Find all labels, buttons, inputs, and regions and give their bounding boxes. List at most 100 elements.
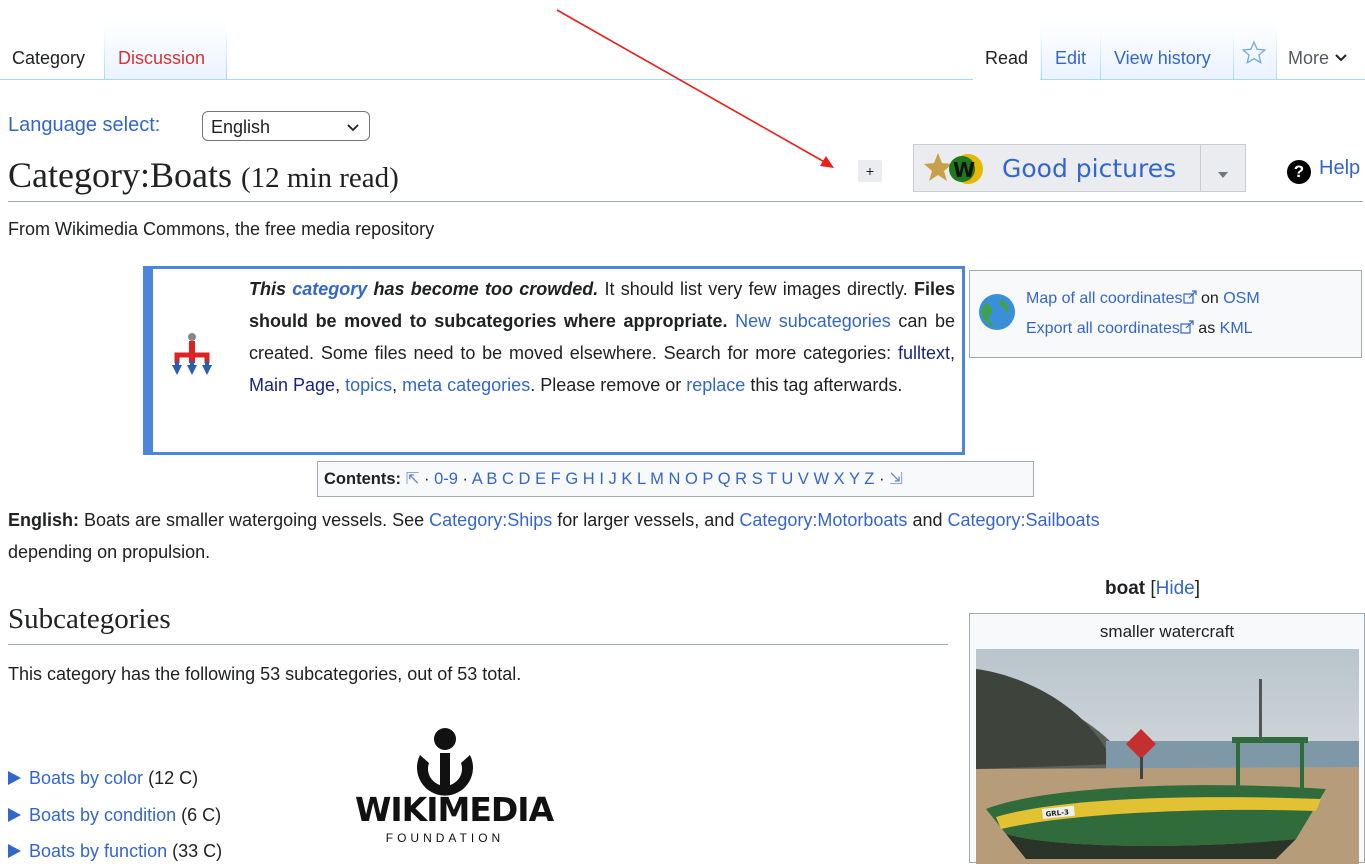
caret-down-icon <box>1218 165 1228 183</box>
toc-link-b[interactable]: B <box>486 470 497 488</box>
subcategory-count: (33 C) <box>172 841 223 861</box>
kml-link[interactable]: KML <box>1220 320 1253 337</box>
toc-link-0-9[interactable]: 0-9 <box>434 470 458 488</box>
tab-edit[interactable]: Edit <box>1043 36 1098 80</box>
category-link[interactable]: category <box>292 279 367 299</box>
toc-link-m[interactable]: M <box>650 470 664 488</box>
toc-separator: · <box>874 470 890 488</box>
subcategories-divider <box>8 644 948 645</box>
toc-link-x[interactable]: X <box>834 470 845 488</box>
notice-text: This <box>249 279 293 299</box>
subcategory-count: (12 C) <box>148 768 199 788</box>
toc-link-s[interactable]: S <box>752 470 763 488</box>
hide-link[interactable]: Hide <box>1156 578 1195 599</box>
toc-link-f[interactable]: F <box>551 470 561 488</box>
subcategories-heading: Subcategories <box>8 603 171 635</box>
expand-triangle-icon[interactable] <box>8 771 21 785</box>
toc-link-a[interactable]: A <box>472 470 482 488</box>
subcategory-link[interactable]: Boats by condition <box>29 805 176 825</box>
tab-discussion[interactable]: Discussion <box>106 36 217 80</box>
toc-link-r[interactable]: R <box>735 470 747 488</box>
bracket: ] <box>1194 578 1201 599</box>
toc-top-link[interactable]: ⇱ <box>406 470 420 488</box>
wikimedia-wordmark: WIKIMEDIA <box>355 790 554 829</box>
wikimedia-logo-icon <box>417 728 473 796</box>
tab-more[interactable]: More <box>1276 36 1360 80</box>
toc-link-w[interactable]: W <box>814 470 830 488</box>
chevron-down-icon <box>1334 48 1348 68</box>
notice-text: . Please remove or <box>530 375 687 395</box>
language-select-value: English <box>211 117 271 137</box>
replace-link[interactable]: replace <box>686 375 745 395</box>
help-label: Help <box>1319 157 1361 179</box>
tab-divider <box>1041 28 1042 80</box>
page-title: Category:Boats (12 min read) <box>8 150 399 203</box>
external-link-icon <box>1182 290 1197 307</box>
annotation-arrow-icon <box>556 9 834 168</box>
toc-link-y[interactable]: Y <box>849 470 860 488</box>
boat-photo[interactable]: GRL-3 <box>976 649 1359 864</box>
toc-bottom-link[interactable]: ⇲ <box>889 470 903 488</box>
crowded-notice: This category has become too crowded. It… <box>143 266 965 455</box>
language-select-label: Language select: <box>8 114 161 136</box>
sailboats-link[interactable]: Category:Sailboats <box>947 510 1099 530</box>
toc-link-h[interactable]: H <box>583 470 595 488</box>
infobox-title: boat <box>1105 578 1146 599</box>
osm-link[interactable]: OSM <box>1223 290 1259 307</box>
notice-text: has become too crowded. <box>367 279 599 299</box>
toc-link-j[interactable]: J <box>609 470 617 488</box>
good-pictures-icon: W <box>920 151 1000 192</box>
toc-link-u[interactable]: U <box>781 470 793 488</box>
expand-triangle-icon[interactable] <box>8 844 21 858</box>
toc-link-q[interactable]: Q <box>718 470 731 488</box>
subcategory-item[interactable]: Boats by condition (6 C) <box>8 805 221 826</box>
toc-link-z[interactable]: Z <box>864 470 874 488</box>
tab-category[interactable]: Category <box>0 36 97 80</box>
subcategory-item[interactable]: Boats by function (33 C) <box>8 841 222 862</box>
toc-link-k[interactable]: K <box>621 470 632 488</box>
language-select[interactable]: English <box>202 111 370 141</box>
expand-button[interactable]: + <box>858 160 882 182</box>
ships-link[interactable]: Category:Ships <box>429 510 552 530</box>
wikimedia-foundation-logo: WIKIMEDIA FOUNDATION <box>355 727 554 860</box>
export-all-coordinates-link[interactable]: Export all coordinates <box>1026 320 1180 337</box>
subcategory-link[interactable]: Boats by function <box>29 841 167 861</box>
tab-read[interactable]: Read <box>973 36 1041 80</box>
notice-text: this tag afterwards. <box>745 375 903 395</box>
read-time: (12 min read) <box>240 162 399 194</box>
tab-view-history[interactable]: View history <box>1102 36 1223 80</box>
toc-link-o[interactable]: O <box>685 470 698 488</box>
motorboats-link[interactable]: Category:Motorboats <box>739 510 907 530</box>
main-page-link[interactable]: Main Page <box>249 375 335 395</box>
toc-link-d[interactable]: D <box>519 470 531 488</box>
fulltext-link[interactable]: fulltext <box>898 343 950 363</box>
toc-link-t[interactable]: T <box>767 470 777 488</box>
toc-link-g[interactable]: G <box>565 470 578 488</box>
description-lang: English: <box>8 510 79 530</box>
coords-text: on <box>1196 290 1224 307</box>
description-continued: depending on propulsion. <box>8 542 211 562</box>
toc-link-v[interactable]: V <box>798 470 809 488</box>
toc-link-n[interactable]: N <box>668 470 680 488</box>
subcategory-link[interactable]: Boats by color <box>29 768 143 788</box>
good-pictures-dropdown[interactable]: W Good pictures <box>913 144 1246 192</box>
infobox-caption: smaller watercraft <box>1099 622 1235 641</box>
wikidata-infobox: smaller watercraft GRL-3 <box>969 613 1365 864</box>
topics-link[interactable]: topics <box>345 375 392 395</box>
more-label: More <box>1288 48 1330 68</box>
toc-link-c[interactable]: C <box>502 470 514 488</box>
watch-star-icon[interactable] <box>1241 40 1267 71</box>
notice-text: , <box>335 375 346 395</box>
toc-link-e[interactable]: E <box>535 470 546 488</box>
description-text: and <box>907 510 948 530</box>
help-link[interactable]: ? Help <box>1287 157 1360 184</box>
notice-text: It should list very few images directly. <box>598 279 914 299</box>
subcategory-count: (6 C) <box>181 805 222 825</box>
new-subcategories-link[interactable]: New subcategories <box>735 311 891 331</box>
subcategory-item[interactable]: Boats by color (12 C) <box>8 768 198 789</box>
expand-triangle-icon[interactable] <box>8 808 21 822</box>
toc-link-l[interactable]: L <box>637 470 646 488</box>
toc-link-p[interactable]: P <box>702 470 713 488</box>
map-all-coordinates-link[interactable]: Map of all coordinates <box>1026 290 1183 307</box>
meta-categories-link[interactable]: meta categories <box>402 375 530 395</box>
